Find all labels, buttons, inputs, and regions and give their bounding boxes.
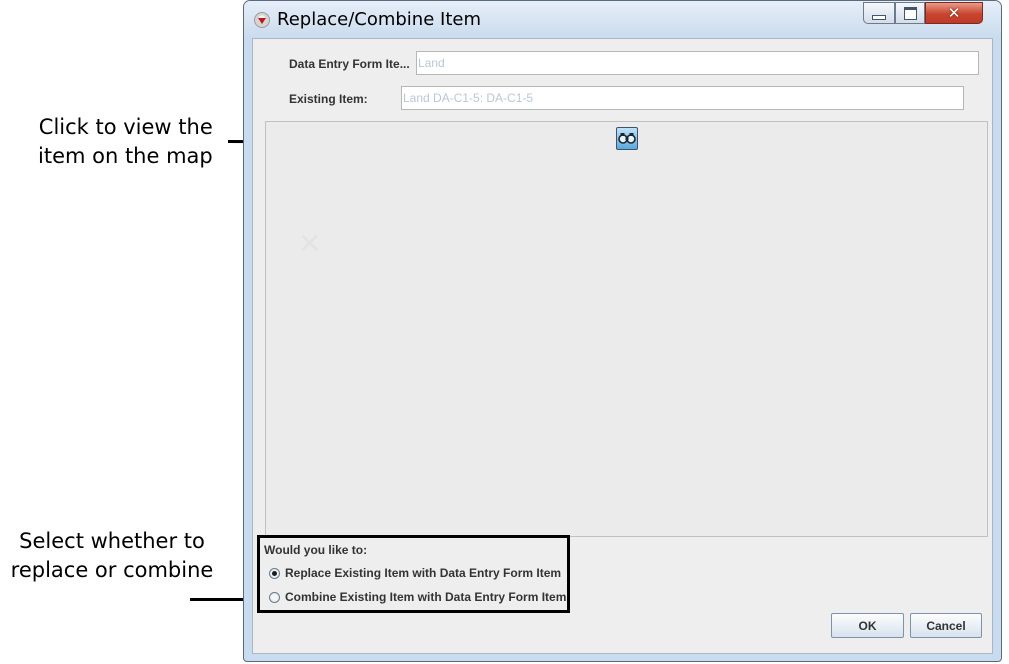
annotation-arrow [190, 598, 248, 601]
map-preview-panel[interactable]: ✕ [265, 121, 988, 537]
annotation-line: Click to view the [38, 115, 213, 139]
data-entry-form-item-label: Data Entry Form Ite... [289, 57, 410, 71]
annotation-view-map: Click to view the item on the map [38, 113, 213, 171]
existing-item-label: Existing Item: [289, 92, 368, 106]
title-bar[interactable]: Replace/Combine Item ✕ [244, 1, 1001, 37]
annotation-choose: Select whether to replace or combine [0, 527, 224, 585]
annotation-line: item on the map [38, 144, 213, 168]
replace-combine-dialog: Replace/Combine Item ✕ Data Entry Form I… [243, 0, 1002, 662]
window-title: Replace/Combine Item [277, 9, 481, 30]
combine-option[interactable]: Combine Existing Item with Data Entry Fo… [269, 590, 566, 604]
replace-radio[interactable] [269, 567, 280, 579]
dialog-content: Data Entry Form Ite... Existing Item: ✕ … [252, 38, 993, 654]
maximize-icon [903, 6, 917, 20]
minimize-button[interactable] [863, 2, 895, 24]
app-icon[interactable] [254, 12, 270, 28]
cancel-button[interactable]: Cancel [910, 613, 982, 638]
view-on-map-button[interactable] [616, 127, 638, 150]
maximize-button[interactable] [895, 2, 925, 24]
close-button[interactable]: ✕ [925, 2, 983, 24]
annotation-line: Select whether to [19, 529, 205, 553]
data-entry-form-item-field[interactable] [416, 51, 979, 75]
choice-prompt: Would you like to: [264, 543, 368, 557]
faint-map-marker: ✕ [298, 227, 322, 260]
ok-button[interactable]: OK [831, 613, 904, 638]
combine-radio[interactable] [269, 591, 280, 603]
existing-item-field[interactable] [401, 86, 964, 110]
replace-combine-choice: Would you like to: Replace Existing Item… [257, 535, 570, 613]
combine-option-label: Combine Existing Item with Data Entry Fo… [285, 590, 567, 604]
close-icon: ✕ [947, 4, 961, 22]
replace-option[interactable]: Replace Existing Item with Data Entry Fo… [269, 566, 561, 580]
replace-option-label: Replace Existing Item with Data Entry Fo… [285, 566, 562, 580]
annotation-line: replace or combine [10, 558, 214, 582]
binoculars-icon [618, 133, 636, 144]
minimize-icon [872, 14, 886, 20]
